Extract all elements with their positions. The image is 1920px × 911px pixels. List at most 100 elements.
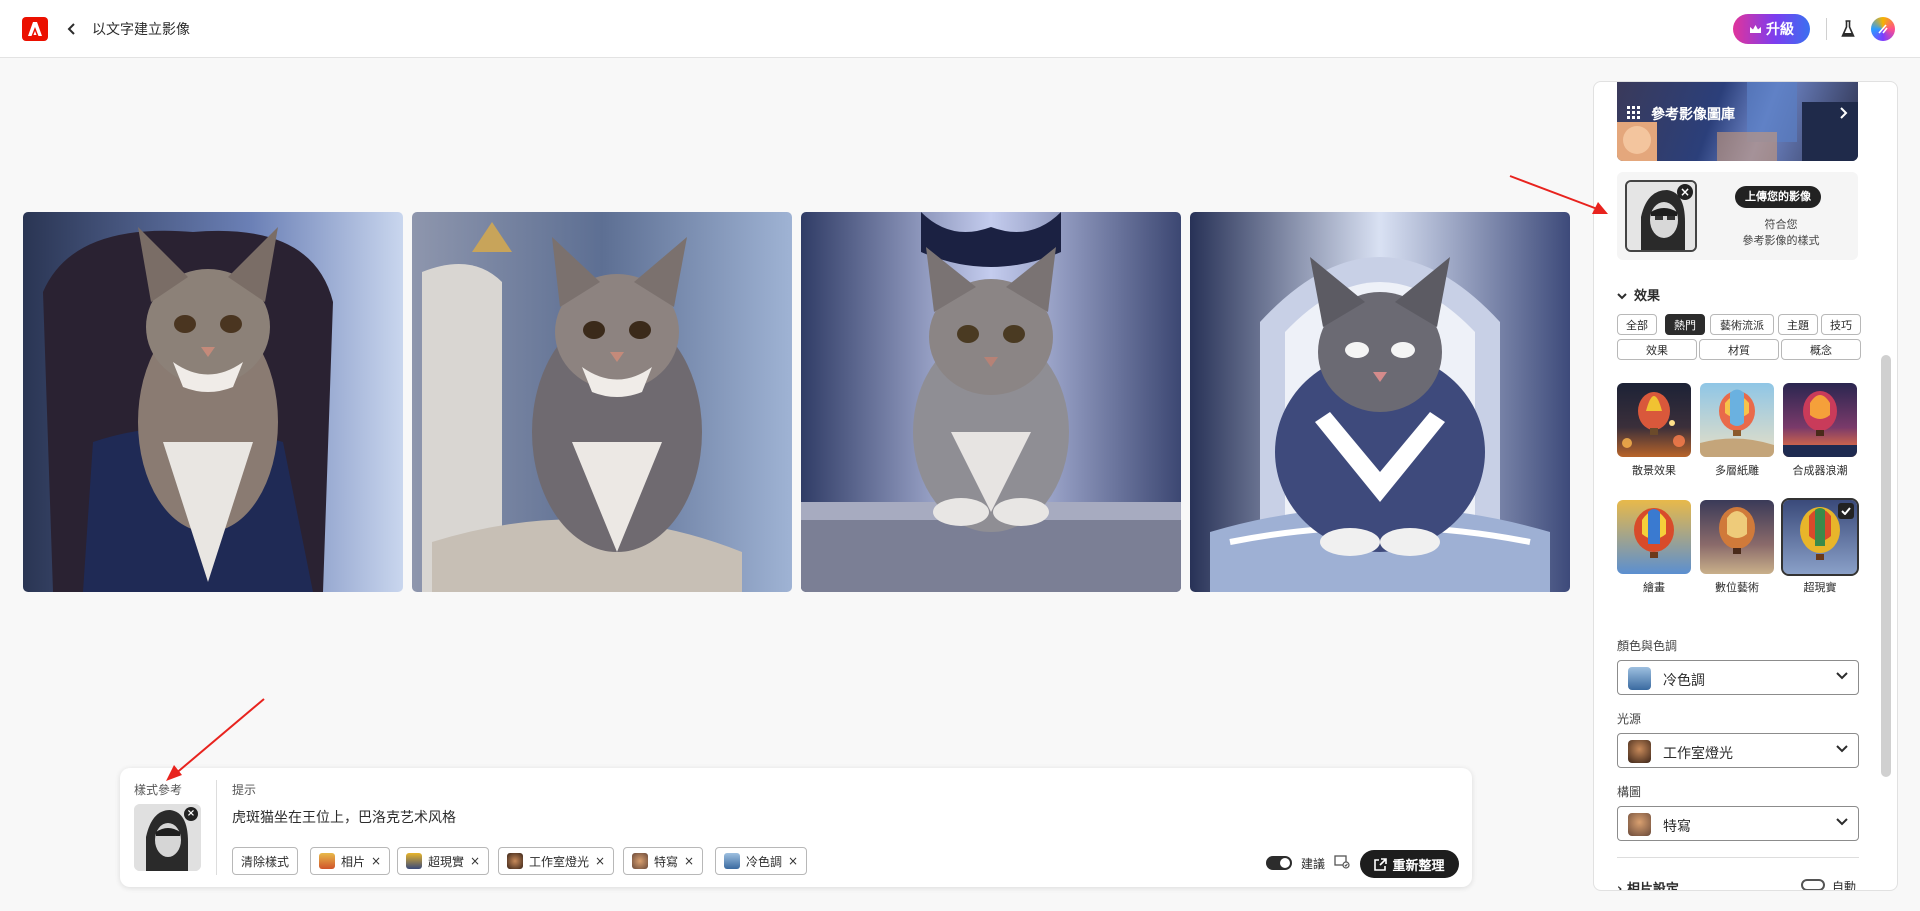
tag-cool-tone[interactable]: 冷色調 ×: [715, 847, 808, 875]
chevron-down-icon: [1617, 293, 1627, 300]
effect-digital-art-label: 數位藝術: [1715, 581, 1759, 594]
refresh-button[interactable]: 重新整理: [1360, 850, 1459, 878]
tab-material[interactable]: 材質: [1699, 339, 1779, 360]
upload-desc-line2: 參考影像的樣式: [1742, 234, 1820, 247]
user-avatar[interactable]: [1871, 17, 1895, 41]
effect-paper-layers-label: 多層紙雕: [1715, 464, 1759, 477]
result-image-3[interactable]: [801, 212, 1181, 592]
remove-tag-close-icon[interactable]: ×: [371, 854, 381, 868]
tag-studio-lighting[interactable]: 工作室燈光 ×: [498, 847, 615, 875]
result-image-4[interactable]: [1190, 212, 1570, 592]
tag-studio-lighting-label: 工作室燈光: [529, 854, 590, 869]
tab-effects[interactable]: 效果: [1617, 339, 1697, 360]
prompt-bar: 樣式參考 × 提示 虎斑猫坐在王位上，巴洛克艺术风格 清除樣式 相片 × 超現實…: [120, 768, 1472, 887]
upload-desc-line1: 符合您: [1764, 218, 1798, 231]
upload-description: 符合您 參考影像的樣式: [1721, 217, 1841, 249]
surreal-tag-icon: [406, 853, 422, 869]
tag-photo[interactable]: 相片 ×: [310, 847, 391, 875]
effect-surreal-tile[interactable]: [1781, 498, 1859, 576]
lighting-swatch-icon: [1628, 740, 1651, 763]
chevron-down-icon: [1836, 818, 1848, 826]
prompt-input[interactable]: 虎斑猫坐在王位上，巴洛克艺术风格: [232, 807, 456, 827]
crown-icon: [1750, 24, 1761, 33]
tab-technique[interactable]: 技巧: [1821, 314, 1861, 335]
tab-concept[interactable]: 概念: [1781, 339, 1861, 360]
color-tone-value: 冷色調: [1663, 673, 1705, 689]
tag-surreal[interactable]: 超現實 ×: [397, 847, 490, 875]
photo-settings-header[interactable]: › 相片設定: [1617, 878, 1679, 891]
composition-label: 構圖: [1617, 785, 1642, 799]
remove-tag-close-icon[interactable]: ×: [595, 854, 605, 868]
refresh-icon: [1374, 857, 1388, 871]
tag-closeup-label: 特寫: [654, 854, 679, 869]
remove-style-reference-close-icon[interactable]: ×: [184, 807, 198, 821]
header-divider: [1826, 18, 1827, 40]
photo-tag-icon: [319, 853, 335, 869]
remove-tag-close-icon[interactable]: ×: [470, 854, 480, 868]
chevron-right-icon: [1840, 107, 1848, 119]
uploaded-reference-thumbnail[interactable]: ×: [1625, 180, 1697, 252]
tab-theme[interactable]: 主題: [1778, 314, 1818, 335]
chevron-down-icon: [1836, 745, 1848, 753]
grid-icon: [1627, 106, 1640, 119]
effect-painting-tile[interactable]: [1617, 500, 1691, 574]
tab-all[interactable]: 全部: [1617, 314, 1657, 335]
effect-paper-layers-tile[interactable]: [1700, 383, 1774, 457]
effects-section-header[interactable]: 效果: [1617, 285, 1660, 304]
result-image-1[interactable]: [23, 212, 403, 592]
auto-label: 自動: [1832, 880, 1857, 891]
suggestion-settings-icon[interactable]: [1334, 855, 1350, 869]
selected-check-icon: [1838, 503, 1854, 519]
auto-toggle[interactable]: [1801, 879, 1825, 890]
photo-settings-label: 相片設定: [1626, 882, 1679, 891]
tag-photo-label: 相片: [341, 854, 366, 869]
panel-scrollbar[interactable]: [1881, 355, 1891, 777]
annotation-arrow-upload: [1509, 175, 1608, 214]
adobe-logo-icon[interactable]: [22, 17, 48, 41]
style-reference-thumbnail[interactable]: ×: [134, 804, 201, 871]
lighting-value: 工作室燈光: [1663, 746, 1733, 762]
upgrade-button[interactable]: 升級: [1733, 14, 1810, 44]
page-title: 以文字建立影像: [92, 22, 190, 38]
tab-popular[interactable]: 熱門: [1665, 314, 1705, 335]
prompt-bar-divider: [216, 780, 217, 875]
clear-style-button[interactable]: 清除樣式: [232, 847, 299, 875]
reference-gallery-label: 參考影像圖庫: [1651, 107, 1735, 123]
chevron-down-icon: [1836, 672, 1848, 680]
remove-reference-close-icon[interactable]: ×: [1677, 184, 1693, 200]
effect-painting-label: 繪畫: [1643, 581, 1665, 594]
suggestions-label: 建議: [1301, 857, 1326, 871]
effect-bokeh-tile[interactable]: [1617, 383, 1691, 457]
app-header: 以文字建立影像 升級: [0, 0, 1920, 58]
reference-gallery-button[interactable]: 參考影像圖庫: [1617, 82, 1858, 161]
panel-divider: [1617, 857, 1859, 858]
effect-synthwave-label: 合成器浪潮: [1792, 464, 1848, 477]
remove-tag-close-icon[interactable]: ×: [788, 854, 798, 868]
result-image-2[interactable]: [412, 212, 792, 592]
tab-art-movement[interactable]: 藝術流派: [1710, 314, 1774, 335]
color-tone-swatch-icon: [1628, 667, 1651, 690]
chevron-right-icon: ›: [1617, 882, 1627, 891]
labs-flask-icon[interactable]: [1837, 18, 1859, 40]
back-chevron-icon[interactable]: [62, 19, 82, 39]
lighting-label: 光源: [1617, 712, 1642, 726]
effect-digital-art-tile[interactable]: [1700, 500, 1774, 574]
tag-cool-tone-label: 冷色調: [746, 854, 783, 869]
remove-tag-close-icon[interactable]: ×: [684, 854, 694, 868]
clear-style-label: 清除樣式: [241, 854, 290, 869]
effects-title: 效果: [1634, 289, 1661, 304]
cool-tone-tag-icon: [724, 853, 740, 869]
tag-closeup[interactable]: 特寫 ×: [623, 847, 704, 875]
composition-select[interactable]: 特寫: [1617, 806, 1859, 841]
refresh-label: 重新整理: [1392, 858, 1445, 874]
lighting-select[interactable]: 工作室燈光: [1617, 733, 1859, 768]
composition-value: 特寫: [1663, 819, 1691, 835]
effect-bokeh-label: 散景效果: [1632, 464, 1676, 477]
effect-synthwave-tile[interactable]: [1783, 383, 1857, 457]
effect-surreal-label: 超現實: [1803, 581, 1837, 594]
suggestions-toggle[interactable]: [1266, 856, 1292, 870]
color-tone-select[interactable]: 冷色調: [1617, 660, 1859, 695]
upload-reference-card[interactable]: × 上傳您的影像 符合您 參考影像的樣式: [1617, 172, 1858, 260]
settings-panel: 參考影像圖庫 × 上傳您的影像 符合您 參考影像的樣式 效果 全部 熱門 藝術流…: [1593, 81, 1898, 891]
upload-image-button[interactable]: 上傳您的影像: [1735, 186, 1821, 208]
